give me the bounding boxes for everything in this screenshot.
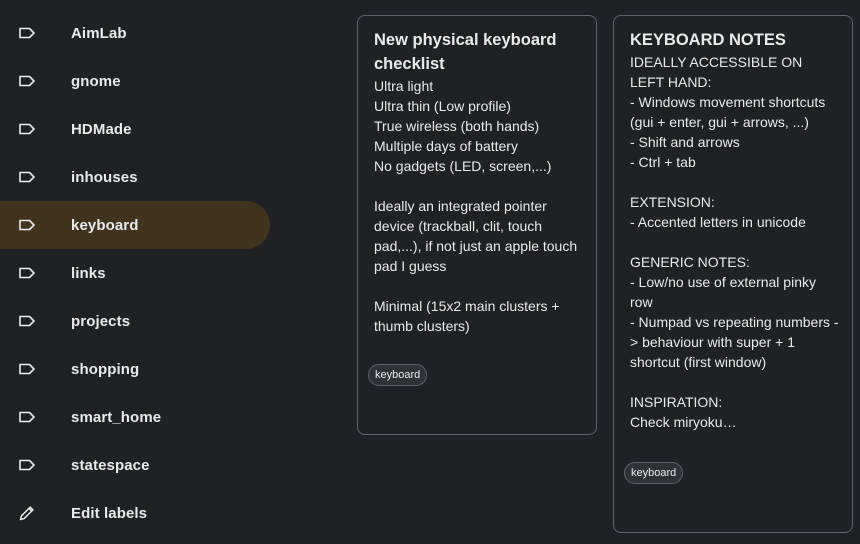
sidebar-item-label: projects: [71, 312, 131, 330]
sidebar-item-gnome[interactable]: gnome: [0, 57, 270, 105]
sidebar-item-shopping[interactable]: shopping: [0, 345, 270, 393]
sidebar-item-label: shopping: [71, 360, 140, 378]
sidebar-item-hdmade[interactable]: HDMade: [0, 105, 270, 153]
sidebar-item-keyboard[interactable]: keyboard: [0, 201, 270, 249]
sidebar-item-label: Edit labels: [71, 504, 148, 522]
sidebar-item-label: smart_home: [71, 408, 162, 426]
label-icon: [19, 27, 35, 39]
sidebar-item-label: links: [71, 264, 106, 282]
label-icon: [19, 411, 35, 423]
app-window: AimLab gnome HDMade inhouses keyboard li…: [0, 0, 860, 544]
label-icon: [19, 267, 35, 279]
sidebar-item-label: statespace: [71, 456, 150, 474]
sidebar-item-label: keyboard: [71, 216, 139, 234]
sidebar-item-label: HDMade: [71, 120, 132, 138]
label-icon: [19, 171, 35, 183]
note-title: New physical keyboard checklist: [374, 31, 557, 73]
note-card[interactable]: New physical keyboard checklist Ultra li…: [357, 15, 597, 435]
note-title: KEYBOARD NOTES: [630, 31, 786, 49]
label-chip[interactable]: keyboard: [368, 364, 428, 386]
pencil-icon: [19, 506, 34, 521]
label-chip[interactable]: keyboard: [624, 462, 684, 484]
label-icon: [19, 75, 35, 87]
sidebar-item-inhouses[interactable]: inhouses: [0, 153, 270, 201]
label-icon: [19, 315, 35, 327]
sidebar-item-statespace[interactable]: statespace: [0, 441, 270, 489]
sidebar-item-edit-labels[interactable]: Edit labels: [0, 489, 270, 537]
label-icon: [19, 123, 35, 135]
sidebar-item-links[interactable]: links: [0, 249, 270, 297]
label-icon: [19, 219, 35, 231]
note-card[interactable]: KEYBOARD NOTES IDEALLY ACCESSIBLE ON LEF…: [613, 15, 853, 533]
sidebar-item-label: inhouses: [71, 168, 138, 186]
sidebar-item-smart-home[interactable]: smart_home: [0, 393, 270, 441]
label-icon: [19, 363, 35, 375]
label-icon: [19, 459, 35, 471]
sidebar-item-aimlab[interactable]: AimLab: [0, 9, 270, 57]
sidebar: AimLab gnome HDMade inhouses keyboard li…: [0, 9, 290, 537]
note-body: Ultra light Ultra thin (Low profile) Tru…: [374, 78, 578, 334]
sidebar-item-label: AimLab: [71, 24, 127, 42]
sidebar-item-projects[interactable]: projects: [0, 297, 270, 345]
note-body: IDEALLY ACCESSIBLE ON LEFT HAND: - Windo…: [630, 54, 839, 430]
sidebar-item-label: gnome: [71, 72, 121, 90]
